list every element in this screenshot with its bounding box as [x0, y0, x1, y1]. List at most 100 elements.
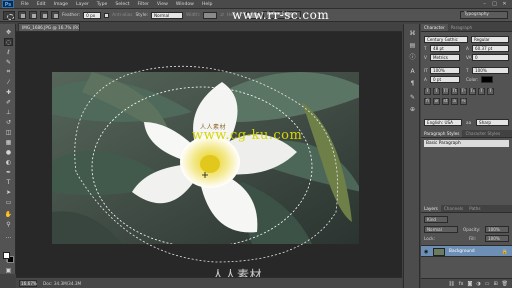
- maximize-button[interactable]: □: [491, 1, 498, 7]
- hand-tool-icon[interactable]: ✋: [4, 210, 13, 218]
- opacity-field[interactable]: 100%: [485, 226, 509, 233]
- intersect-selection-icon[interactable]: [51, 11, 59, 19]
- add-mask-icon[interactable]: ◙: [467, 281, 472, 287]
- character-icon[interactable]: A: [408, 68, 417, 76]
- trash-icon[interactable]: 🗑: [502, 281, 508, 287]
- pen-tool-icon[interactable]: ✒: [4, 168, 13, 176]
- info-icon[interactable]: ⓘ: [408, 54, 417, 62]
- blur-tool-icon[interactable]: ●: [4, 148, 13, 156]
- layer-filter-select[interactable]: Kind: [424, 216, 448, 223]
- brush-icon[interactable]: ✎: [408, 94, 417, 102]
- crop-tool-icon[interactable]: ⌗: [4, 68, 13, 76]
- tracking-field[interactable]: 0: [472, 54, 509, 61]
- new-group-icon[interactable]: ▭: [485, 281, 490, 287]
- font-style-select[interactable]: Regular: [471, 36, 509, 43]
- tab-channels[interactable]: Channels: [441, 205, 466, 212]
- menu-type[interactable]: Type: [93, 0, 112, 9]
- antialias-checkbox[interactable]: [104, 12, 110, 18]
- strikethrough-button[interactable]: T: [487, 88, 494, 95]
- rectangle-tool-icon[interactable]: ▭: [4, 198, 13, 206]
- menu-help[interactable]: Help: [198, 0, 216, 9]
- paragraph-icon[interactable]: ¶: [408, 80, 417, 88]
- underline-button[interactable]: T: [478, 88, 485, 95]
- properties-icon[interactable]: ▤: [408, 42, 417, 50]
- ligature-icon[interactable]: fi: [424, 98, 431, 105]
- swap-icon[interactable]: ⇄: [220, 13, 224, 18]
- menu-view[interactable]: View: [153, 0, 172, 9]
- edit-toolbar-icon[interactable]: ···: [4, 234, 13, 242]
- faux-italic-button[interactable]: T: [433, 88, 440, 95]
- close-button[interactable]: ✕: [501, 1, 508, 7]
- all-caps-button[interactable]: TT: [442, 88, 449, 95]
- quick-select-tool-icon[interactable]: ✎: [4, 58, 13, 66]
- healing-brush-tool-icon[interactable]: ✚: [4, 88, 13, 96]
- eye-icon[interactable]: ◉: [424, 249, 428, 255]
- font-family-select[interactable]: Century Gothic: [424, 36, 468, 43]
- menu-file[interactable]: File: [17, 0, 33, 9]
- menu-window[interactable]: Window: [172, 0, 198, 9]
- eraser-tool-icon[interactable]: ◫: [4, 128, 13, 136]
- ordinal-icon[interactable]: a: [451, 98, 458, 105]
- width-input[interactable]: [203, 11, 218, 19]
- new-layer-icon[interactable]: ⊞: [493, 281, 497, 287]
- fraction-icon[interactable]: ½: [460, 98, 467, 105]
- oldstyle-icon[interactable]: ø: [433, 98, 440, 105]
- leading-field[interactable]: 60.37 pt: [472, 45, 509, 52]
- text-color-swatch[interactable]: [481, 76, 493, 83]
- type-tool-icon[interactable]: T: [4, 178, 13, 186]
- fill-field[interactable]: 100%: [485, 235, 509, 242]
- faux-bold-button[interactable]: T: [424, 88, 431, 95]
- history-brush-tool-icon[interactable]: ↺: [4, 118, 13, 126]
- history-icon[interactable]: ⌘: [408, 30, 417, 38]
- tab-paragraph-styles[interactable]: Paragraph Styles: [421, 130, 463, 137]
- add-selection-icon[interactable]: [29, 11, 37, 19]
- fx-icon[interactable]: fx: [459, 281, 464, 287]
- blend-mode-select[interactable]: Normal: [424, 226, 458, 233]
- clone-stamp-tool-icon[interactable]: ⊥: [4, 108, 13, 116]
- move-tool-icon[interactable]: ✥: [4, 28, 13, 36]
- layer-row-background[interactable]: ◉ Background 🔒: [421, 245, 512, 257]
- menu-select[interactable]: Select: [111, 0, 133, 9]
- document-tab[interactable]: IMG_1686.JPG @ 16.7% (RGB/8): [18, 23, 80, 31]
- antialias-select[interactable]: Sharp: [476, 119, 509, 126]
- subtract-selection-icon[interactable]: [40, 11, 48, 19]
- brush-tool-icon[interactable]: ✐: [4, 98, 13, 106]
- new-selection-icon[interactable]: [18, 11, 26, 19]
- eyedropper-tool-icon[interactable]: ⁄: [4, 78, 13, 86]
- link-layers-icon[interactable]: ⛓: [448, 281, 454, 287]
- superscript-button[interactable]: T¹: [460, 88, 467, 95]
- tab-paragraph[interactable]: Paragraph: [448, 24, 475, 31]
- vertical-scale-field[interactable]: 100%: [430, 67, 460, 74]
- zoom-tool-icon[interactable]: ⚲: [4, 220, 13, 228]
- minimize-button[interactable]: –: [481, 1, 488, 7]
- feather-input[interactable]: 0 px: [83, 11, 102, 19]
- paragraph-style-item[interactable]: Basic Paragraph: [424, 140, 509, 147]
- foreground-color-swatch[interactable]: [3, 252, 10, 259]
- tool-preset-picker[interactable]: [3, 10, 15, 20]
- small-caps-button[interactable]: Tt: [451, 88, 458, 95]
- lasso-tool-icon[interactable]: ℓ: [4, 48, 13, 56]
- horizontal-scale-field[interactable]: 100%: [472, 67, 509, 74]
- zoom-field[interactable]: 16.67%: [19, 279, 37, 287]
- menu-filter[interactable]: Filter: [134, 0, 153, 9]
- language-select[interactable]: English: USA: [424, 119, 462, 126]
- tab-character-styles[interactable]: Character Styles: [462, 130, 503, 137]
- menu-layer[interactable]: Layer: [72, 0, 93, 9]
- dodge-tool-icon[interactable]: ◐: [4, 158, 13, 166]
- workspace-select[interactable]: Typography: [460, 11, 508, 19]
- subscript-button[interactable]: T₁: [469, 88, 476, 95]
- kerning-field[interactable]: Metrics: [430, 54, 460, 61]
- tab-character[interactable]: Character: [421, 24, 448, 31]
- doc-size[interactable]: Doc: 34.3M/34.3M: [43, 281, 81, 286]
- swash-icon[interactable]: st: [442, 98, 449, 105]
- menu-edit[interactable]: Edit: [33, 0, 50, 9]
- tab-layers[interactable]: Layers: [421, 205, 441, 212]
- font-size-field[interactable]: 48 pt: [430, 45, 460, 52]
- screen-mode-icon[interactable]: ▣: [4, 266, 13, 274]
- elliptical-marquee-tool-icon[interactable]: ◌: [4, 38, 13, 46]
- style-select[interactable]: Normal: [151, 11, 184, 19]
- tab-paths[interactable]: Paths: [466, 205, 483, 212]
- menu-image[interactable]: Image: [50, 0, 72, 9]
- adjustment-icon[interactable]: ◑: [476, 281, 480, 287]
- clone-source-icon[interactable]: ⊕: [408, 106, 417, 114]
